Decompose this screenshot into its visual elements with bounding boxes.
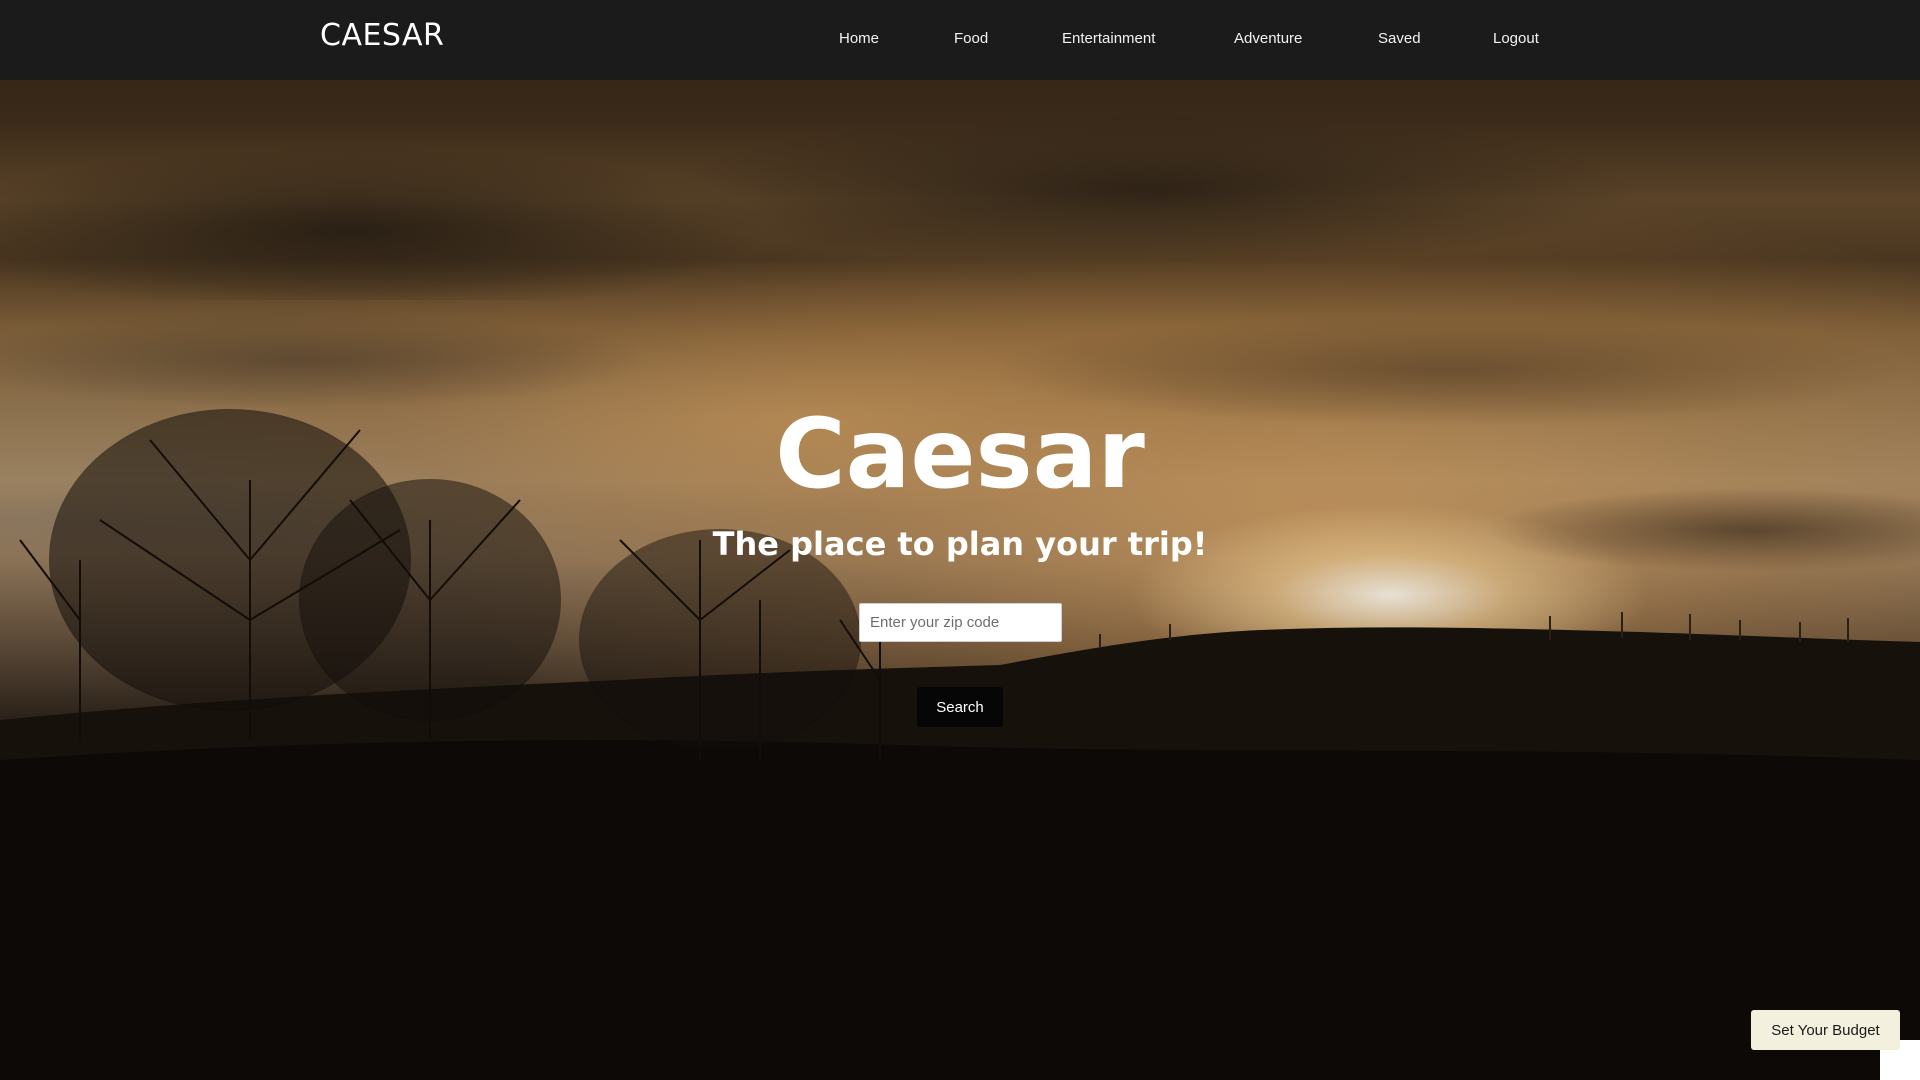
nav-link-food[interactable]: Food [954,30,988,47]
nav-link-home[interactable]: Home [839,30,879,47]
nav-link-saved[interactable]: Saved [1378,30,1421,47]
page: CAESAR Home Food Entertainment Adventure… [0,0,1920,1080]
set-budget-button[interactable]: Set Your Budget [1751,1010,1900,1050]
search-button[interactable]: Search [917,687,1003,727]
navbar: CAESAR Home Food Entertainment Adventure… [0,0,1920,80]
zip-code-input[interactable] [859,603,1062,642]
hero-subtitle: The place to plan your trip! [712,525,1208,563]
nav-links: Home Food Entertainment Adventure Saved … [0,30,1920,50]
nav-link-logout[interactable]: Logout [1493,30,1539,47]
foreground-silhouette [0,740,1920,1080]
nav-link-entertainment[interactable]: Entertainment [1062,30,1155,47]
hero-title: Caesar [775,398,1145,510]
nav-link-adventure[interactable]: Adventure [1234,30,1302,47]
